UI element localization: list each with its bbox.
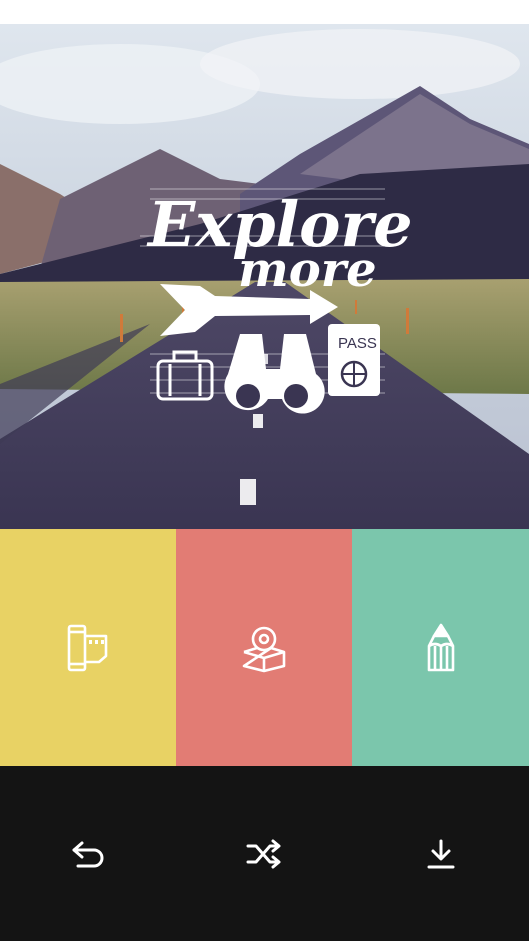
photo-canvas[interactable]: Explore more PASS [0, 24, 529, 529]
film-tool-button[interactable] [0, 529, 176, 766]
explore-more-sticker[interactable]: Explore more PASS [0, 24, 529, 529]
download-icon [427, 839, 455, 868]
pencil-tool-button[interactable] [352, 529, 529, 766]
stamp-tool-button[interactable] [176, 529, 352, 766]
status-bar [0, 0, 529, 24]
shuffle-icon [246, 839, 281, 868]
shuffle-button[interactable] [176, 766, 352, 941]
suitcase-icon [156, 350, 214, 401]
pencil-icon [427, 623, 454, 671]
passport-label: PASS [338, 335, 377, 352]
tool-tiles [0, 529, 529, 766]
binoculars-icon [224, 334, 325, 414]
stamp-icon [242, 626, 286, 672]
sticker-title-line2: more [238, 242, 377, 298]
film-roll-icon [67, 624, 108, 671]
bottom-toolbar [0, 766, 529, 941]
download-button[interactable] [353, 766, 529, 941]
passport-icon: PASS [328, 324, 380, 396]
undo-icon [72, 841, 104, 867]
undo-button[interactable] [0, 766, 176, 941]
